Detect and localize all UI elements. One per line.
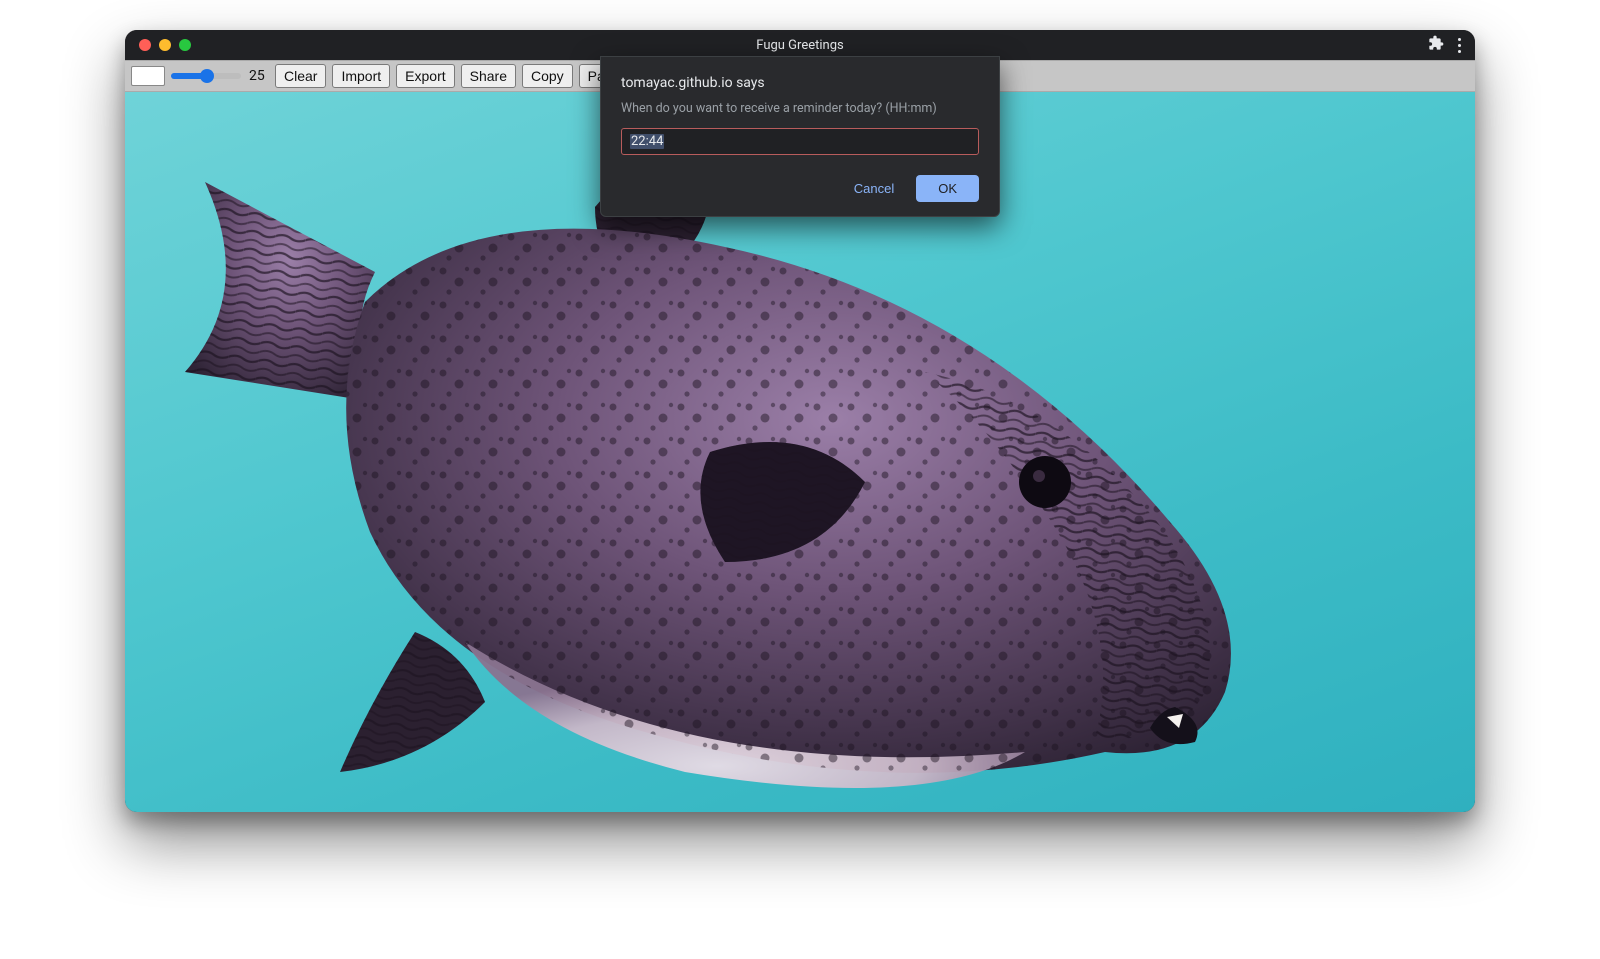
- prompt-ok-button[interactable]: OK: [916, 175, 979, 202]
- app-window: Fugu Greetings 25 Clear Import Export Sh…: [125, 30, 1475, 812]
- window-title: Fugu Greetings: [125, 38, 1475, 53]
- prompt-cancel-button[interactable]: Cancel: [846, 175, 902, 202]
- overflow-menu-icon[interactable]: [1458, 38, 1461, 53]
- minimize-window-button[interactable]: [159, 39, 171, 51]
- copy-button[interactable]: Copy: [522, 64, 573, 88]
- slider-thumb[interactable]: [200, 69, 214, 83]
- brush-size-value: 25: [249, 68, 269, 84]
- export-button[interactable]: Export: [396, 64, 454, 88]
- import-button[interactable]: Import: [332, 64, 390, 88]
- prompt-origin: tomayac.github.io says: [621, 75, 979, 91]
- prompt-message: When do you want to receive a reminder t…: [621, 101, 979, 116]
- fugu-image: [165, 162, 1315, 802]
- clear-button[interactable]: Clear: [275, 64, 326, 88]
- brush-size-slider[interactable]: [171, 73, 241, 79]
- window-controls: [125, 39, 191, 51]
- extensions-icon[interactable]: [1428, 35, 1444, 55]
- maximize-window-button[interactable]: [179, 39, 191, 51]
- color-swatch[interactable]: [131, 66, 165, 86]
- share-button[interactable]: Share: [461, 64, 516, 88]
- prompt-input[interactable]: [621, 128, 979, 155]
- close-window-button[interactable]: [139, 39, 151, 51]
- js-prompt-dialog: tomayac.github.io says When do you want …: [600, 56, 1000, 217]
